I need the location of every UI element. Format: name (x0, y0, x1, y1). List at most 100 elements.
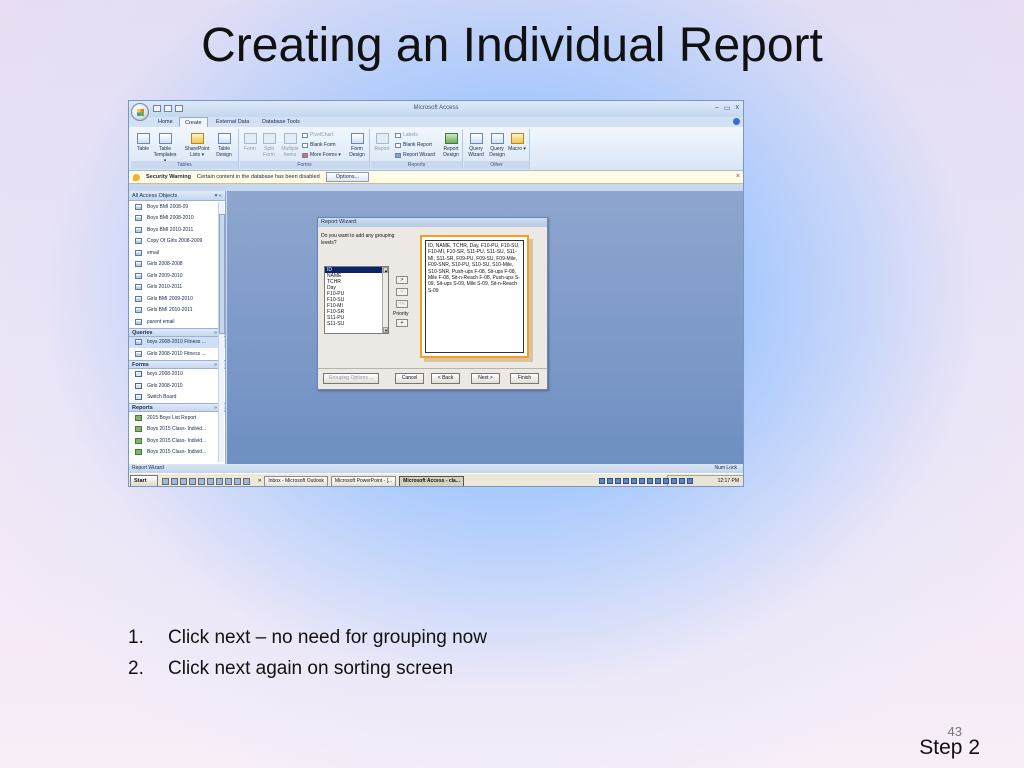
back-button[interactable]: < Back (431, 373, 460, 384)
tray-icon[interactable] (647, 478, 653, 484)
pivotchart-button[interactable]: PivotChart (302, 132, 333, 138)
sharepoint-lists-button[interactable]: SharePoint Lists ▾ (183, 133, 211, 158)
minimize-button[interactable]: – (715, 104, 719, 112)
quick-launch-icon[interactable] (207, 477, 214, 485)
list-item[interactable]: Girls BMI 2010-2011 (129, 305, 225, 317)
add-group-button[interactable]: > (396, 276, 408, 284)
maximize-button[interactable]: ▭ (724, 104, 731, 112)
quick-launch-icon[interactable] (234, 477, 241, 485)
close-button[interactable]: x (736, 104, 740, 112)
list-item[interactable]: boys 2008-2010 (129, 369, 225, 381)
list-item[interactable]: Boys BMI 2008-2010 (129, 213, 225, 225)
quick-launch-icon[interactable] (180, 477, 187, 485)
list-item[interactable]: email (129, 247, 225, 259)
list-item[interactable]: Girls BMI 2009-2010 (129, 293, 225, 305)
collapse-icon[interactable]: » (214, 361, 217, 370)
list-item[interactable]: Boys 2015 Class- Individ... (129, 424, 225, 436)
table-button[interactable]: Table (134, 133, 152, 152)
taskbar-window-access[interactable]: Microsoft Access - cla... (399, 475, 464, 486)
scroll-up-icon[interactable]: ▲ (383, 267, 388, 273)
remove-all-button[interactable]: << (396, 300, 408, 308)
tray-icon[interactable] (639, 478, 645, 484)
tab-home[interactable]: Home (153, 117, 178, 127)
nav-header[interactable]: All Access Objects ▾ « (129, 191, 225, 201)
tray-icon[interactable] (607, 478, 613, 484)
tray-icon[interactable] (655, 478, 661, 484)
close-icon[interactable]: × (736, 173, 740, 180)
nav-section-forms[interactable]: Forms» (129, 359, 225, 370)
quick-launch-icon[interactable] (225, 477, 232, 485)
list-item[interactable]: Boys BMI 2008-09 (129, 201, 225, 213)
tray-icon[interactable] (671, 478, 677, 484)
taskbar-window-powerpoint[interactable]: Microsoft PowerPoint - [... (330, 475, 397, 486)
quick-launch-icon[interactable] (189, 477, 196, 485)
report-wizard-button[interactable]: Report Wizard (395, 152, 435, 158)
list-item[interactable]: Girls 2008-2010 (129, 380, 225, 392)
nav-section-reports[interactable]: Reports» (129, 403, 225, 412)
list-item[interactable]: Girls 2008-2008 (129, 259, 225, 271)
grouping-options-button[interactable]: Grouping Options ... (323, 373, 379, 384)
tab-database-tools[interactable]: Database Tools (257, 117, 305, 127)
quick-launch-icon[interactable] (171, 477, 178, 485)
labels-button[interactable]: Labels (395, 132, 418, 138)
help-icon[interactable] (733, 118, 740, 125)
list-item[interactable]: Girls 2008-2010 Fitness ... (129, 348, 225, 360)
nav-section-queries[interactable]: Queries» (129, 327, 225, 338)
table-design-button[interactable]: Table Design (213, 133, 235, 158)
list-item[interactable]: parent email (129, 316, 225, 328)
quick-launch-icon[interactable] (243, 477, 250, 485)
table-templates-button[interactable]: Table Templates ▾ (153, 133, 177, 164)
tray-icon[interactable] (623, 478, 629, 484)
options-button[interactable]: Options... (325, 172, 370, 182)
field-list-scrollbar[interactable]: ▲ ▼ (382, 267, 388, 333)
list-item[interactable]: 2015 Boys List Report (129, 412, 225, 424)
list-item[interactable]: Girls 2009-2010 (129, 270, 225, 282)
list-item[interactable]: Girls 2010-2011 (129, 282, 225, 294)
nav-scrollbar[interactable] (218, 202, 225, 462)
list-item[interactable]: Copy Of Girls 2008-2009 (129, 236, 225, 248)
tray-icon[interactable] (631, 478, 637, 484)
tab-create[interactable]: Create (179, 117, 208, 127)
chevron-down-icon[interactable]: ▾ « (215, 191, 222, 201)
blank-report-button[interactable]: Blank Report (395, 142, 432, 148)
tray-icon[interactable] (663, 478, 669, 484)
scrollbar-thumb[interactable] (219, 214, 225, 334)
quick-launch-icon[interactable] (216, 477, 223, 485)
remove-group-button[interactable]: < (396, 288, 408, 296)
finish-button[interactable]: Finish (510, 373, 539, 384)
taskbar-overflow-chevron[interactable]: » (258, 478, 261, 484)
quick-launch-icon[interactable] (198, 477, 205, 485)
form-button[interactable]: Form (242, 133, 258, 152)
next-button[interactable]: Next > (471, 373, 500, 384)
query-wizard-button[interactable]: Query Wizard (466, 133, 486, 158)
tray-icon[interactable] (679, 478, 685, 484)
field-item[interactable]: S11-SU (325, 321, 388, 327)
tray-icon[interactable] (599, 478, 605, 484)
list-item[interactable]: Switch Board (129, 392, 225, 404)
field-list[interactable]: ID NAME TCHR Day F10-PU F10-SU F10-MI F1… (324, 266, 389, 334)
taskbar-window-outlook[interactable]: Inbox - Microsoft Outlook (264, 475, 328, 486)
report-design-button[interactable]: Report Design (441, 133, 461, 158)
collapse-icon[interactable]: » (214, 404, 217, 413)
macro-button[interactable]: Macro ▾ (508, 133, 526, 152)
multiple-items-button[interactable]: Multiple Items (279, 133, 301, 158)
more-forms-button[interactable]: More Forms ▾ (302, 152, 341, 158)
start-button[interactable]: Start (130, 475, 158, 486)
blank-form-button[interactable]: Blank Form (302, 142, 336, 148)
tray-icon[interactable] (687, 478, 693, 484)
office-button[interactable] (131, 103, 149, 121)
list-item[interactable]: boys 2008-2010 Fitness ... (129, 336, 225, 348)
quick-launch-icon[interactable] (162, 477, 169, 485)
clock[interactable]: 12:17 PM (718, 478, 739, 484)
list-item[interactable]: Boys BMI 2010-2011 (129, 224, 225, 236)
tray-icon[interactable] (615, 478, 621, 484)
collapse-icon[interactable]: » (214, 329, 217, 338)
form-design-button[interactable]: Form Design (346, 133, 368, 158)
scroll-down-icon[interactable]: ▼ (383, 327, 388, 333)
list-item[interactable]: Boys 2015 Class- Individ... (129, 435, 225, 447)
priority-up-button[interactable]: + (396, 319, 408, 327)
report-button[interactable]: Report (373, 133, 391, 152)
query-design-button[interactable]: Query Design (487, 133, 507, 158)
split-form-button[interactable]: Split Form (260, 133, 278, 158)
tab-external-data[interactable]: External Data (211, 117, 254, 127)
